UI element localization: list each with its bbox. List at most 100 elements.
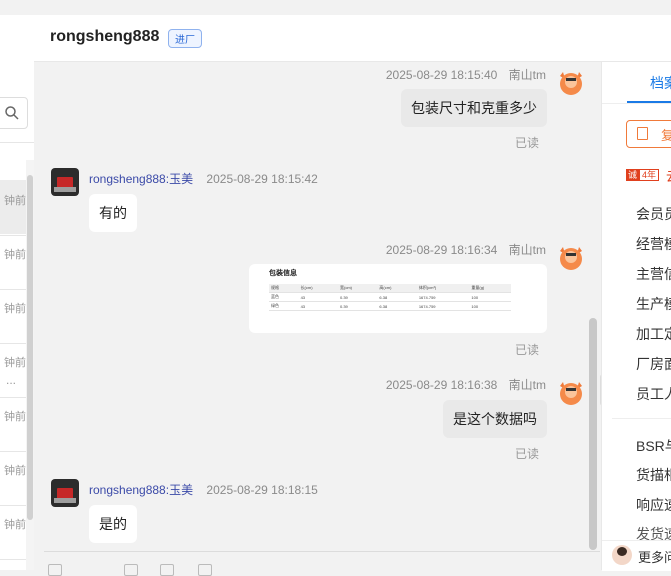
image-title: 包装信息 [269,270,297,277]
assistant-avatar [612,545,632,565]
message-sender: 南山tm [508,68,546,82]
table-cell: 100 [469,292,511,302]
buyer-avatar[interactable] [51,479,79,507]
chat-scrollbar[interactable] [589,318,597,550]
table-cell: 1674.759 [416,301,470,311]
table-header: 高(cm) [377,284,417,293]
table-cell: 1674.759 [416,292,470,302]
more-questions-label[interactable]: 更多问 [638,547,671,566]
tab-divider [602,103,671,104]
message-bubble[interactable]: 有的 [89,194,137,232]
image-message[interactable]: 包装信息 规格 长(cm) 宽(cm) 高(cm) 体积(cm³) 重量(g) … [249,264,547,333]
table-row: 蓝色 43 0.39 6.38 1674.759 100 [269,292,511,302]
table-header: 长(cm) [298,284,338,293]
table-header: 重量(g) [469,284,511,293]
profile-item: 经营模 [636,236,671,252]
search-icon[interactable] [5,106,19,120]
company-name[interactable]: 云 [666,166,671,185]
message-time: 2025-08-29 18:18:15 [206,483,318,497]
message-time: 2025-08-29 18:15:40 [385,68,498,82]
image-icon[interactable] [160,564,174,576]
table-cell: 绿色 [269,301,299,311]
message-sender[interactable]: rongsheng888:玉美 [89,172,193,186]
emoji-icon[interactable] [48,564,62,576]
message-bubble[interactable]: 是这个数据吗 [443,400,547,438]
message-time: 2025-08-29 18:16:38 [385,378,498,392]
metric-item: BSR与 [636,438,671,454]
table-cell: 100 [469,301,511,311]
message-time: 2025-08-29 18:15:42 [206,172,318,186]
table-header-row: 规格 长(cm) 宽(cm) 高(cm) 体积(cm³) 重量(g) [269,284,511,293]
message-sender[interactable]: rongsheng888:玉美 [89,483,193,497]
table-cell: 0.39 [337,301,378,311]
table-header: 规格 [269,284,299,293]
message-meta: 2025-08-29 18:15:40 南山tm [386,66,546,83]
package-table: 规格 长(cm) 宽(cm) 高(cm) 体积(cm³) 重量(g) 蓝色 43… [269,284,511,311]
message-meta: rongsheng888:玉美 2025-08-29 18:18:15 [89,481,318,498]
seller-avatar[interactable] [556,376,586,406]
metric-item: 货描相 [636,467,671,483]
copy-button-label: 复 [661,128,671,143]
message-sender: 南山tm [508,378,546,392]
section-divider [612,418,671,419]
contact-badge[interactable]: 进厂 [168,29,202,48]
seller-avatar[interactable] [556,66,586,96]
conversation-time: 钟前 [4,195,26,207]
read-status: 已读 [514,447,539,461]
table-row: 绿色 43 0.39 6.38 1674.759 100 [269,301,511,311]
conversation-time: 钟前 [4,411,26,423]
read-status: 已读 [514,136,539,150]
message-meta: 2025-08-29 18:16:38 南山tm [386,376,546,393]
table-header: 宽(cm) [337,284,378,293]
conversation-time: 钟前 [4,249,26,261]
profile-panel: 档案 复 诚4年 云 会员员 经营模 主营信 生产模 加工定 厂房面 员工人 B… [601,62,671,571]
more-dots[interactable]: ... [6,373,16,387]
message-bubble[interactable]: 是的 [89,505,137,543]
metric-item: 响应速 [636,497,671,513]
profile-item: 加工定 [636,326,671,342]
conversation-time: 钟前 [4,465,26,477]
message-meta: rongsheng888:玉美 2025-08-29 18:15:42 [89,170,318,187]
list-scroll-thumb[interactable] [27,175,33,520]
message-area: 2025-08-29 18:15:40 南山tm 包装尺寸和克重多少 已读 ro… [34,62,600,552]
message-bubble[interactable]: 包装尺寸和克重多少 [401,89,547,127]
profile-item: 会员员 [636,206,671,222]
conversation-time: 钟前 [4,519,26,531]
table-cell: 0.39 [337,292,378,302]
table-cell: 6.38 [377,292,417,302]
table-cell: 6.38 [377,301,417,311]
file-icon[interactable] [124,564,138,576]
membership-years-badge: 诚 4年 [626,168,660,181]
profile-item: 厂房面 [636,356,671,372]
conversation-list: 钟前 钟前 钟前 钟前 ... 钟前 钟前 钟前 [0,15,34,570]
more-questions-bar[interactable]: 更多问 [602,540,671,571]
contact-name[interactable]: rongsheng888 [50,28,159,46]
profile-item: 生产模 [636,296,671,312]
top-bar [0,0,671,15]
badge-years: 4年 [639,169,660,181]
buyer-avatar[interactable] [51,168,79,196]
chat-header: rongsheng888 进厂 [34,15,671,62]
search-box[interactable] [0,97,28,129]
list-divider [0,142,34,143]
conversation-time: 钟前 [4,357,26,369]
seller-avatar[interactable] [556,241,586,271]
table-cell: 蓝色 [269,292,299,302]
tab-profile[interactable]: 档案 [650,73,671,93]
message-time: 2025-08-29 18:16:34 [385,243,498,257]
conversation-time: 钟前 [4,303,26,315]
read-status: 已读 [514,343,539,357]
table-cell: 43 [298,292,338,302]
input-toolbar [34,552,600,576]
table-cell: 43 [298,301,338,311]
badge-icon: 诚 [626,169,640,181]
profile-item: 主营信 [636,266,671,282]
table-header: 体积(cm³) [416,284,470,293]
message-meta: 2025-08-29 18:16:34 南山tm [386,241,546,258]
copy-icon [637,127,648,140]
list-scrollbar[interactable] [26,160,34,570]
copy-button[interactable]: 复 [626,120,671,148]
more-tools-icon[interactable] [198,564,212,576]
profile-item: 员工人 [636,386,671,402]
message-sender: 南山tm [508,243,546,257]
